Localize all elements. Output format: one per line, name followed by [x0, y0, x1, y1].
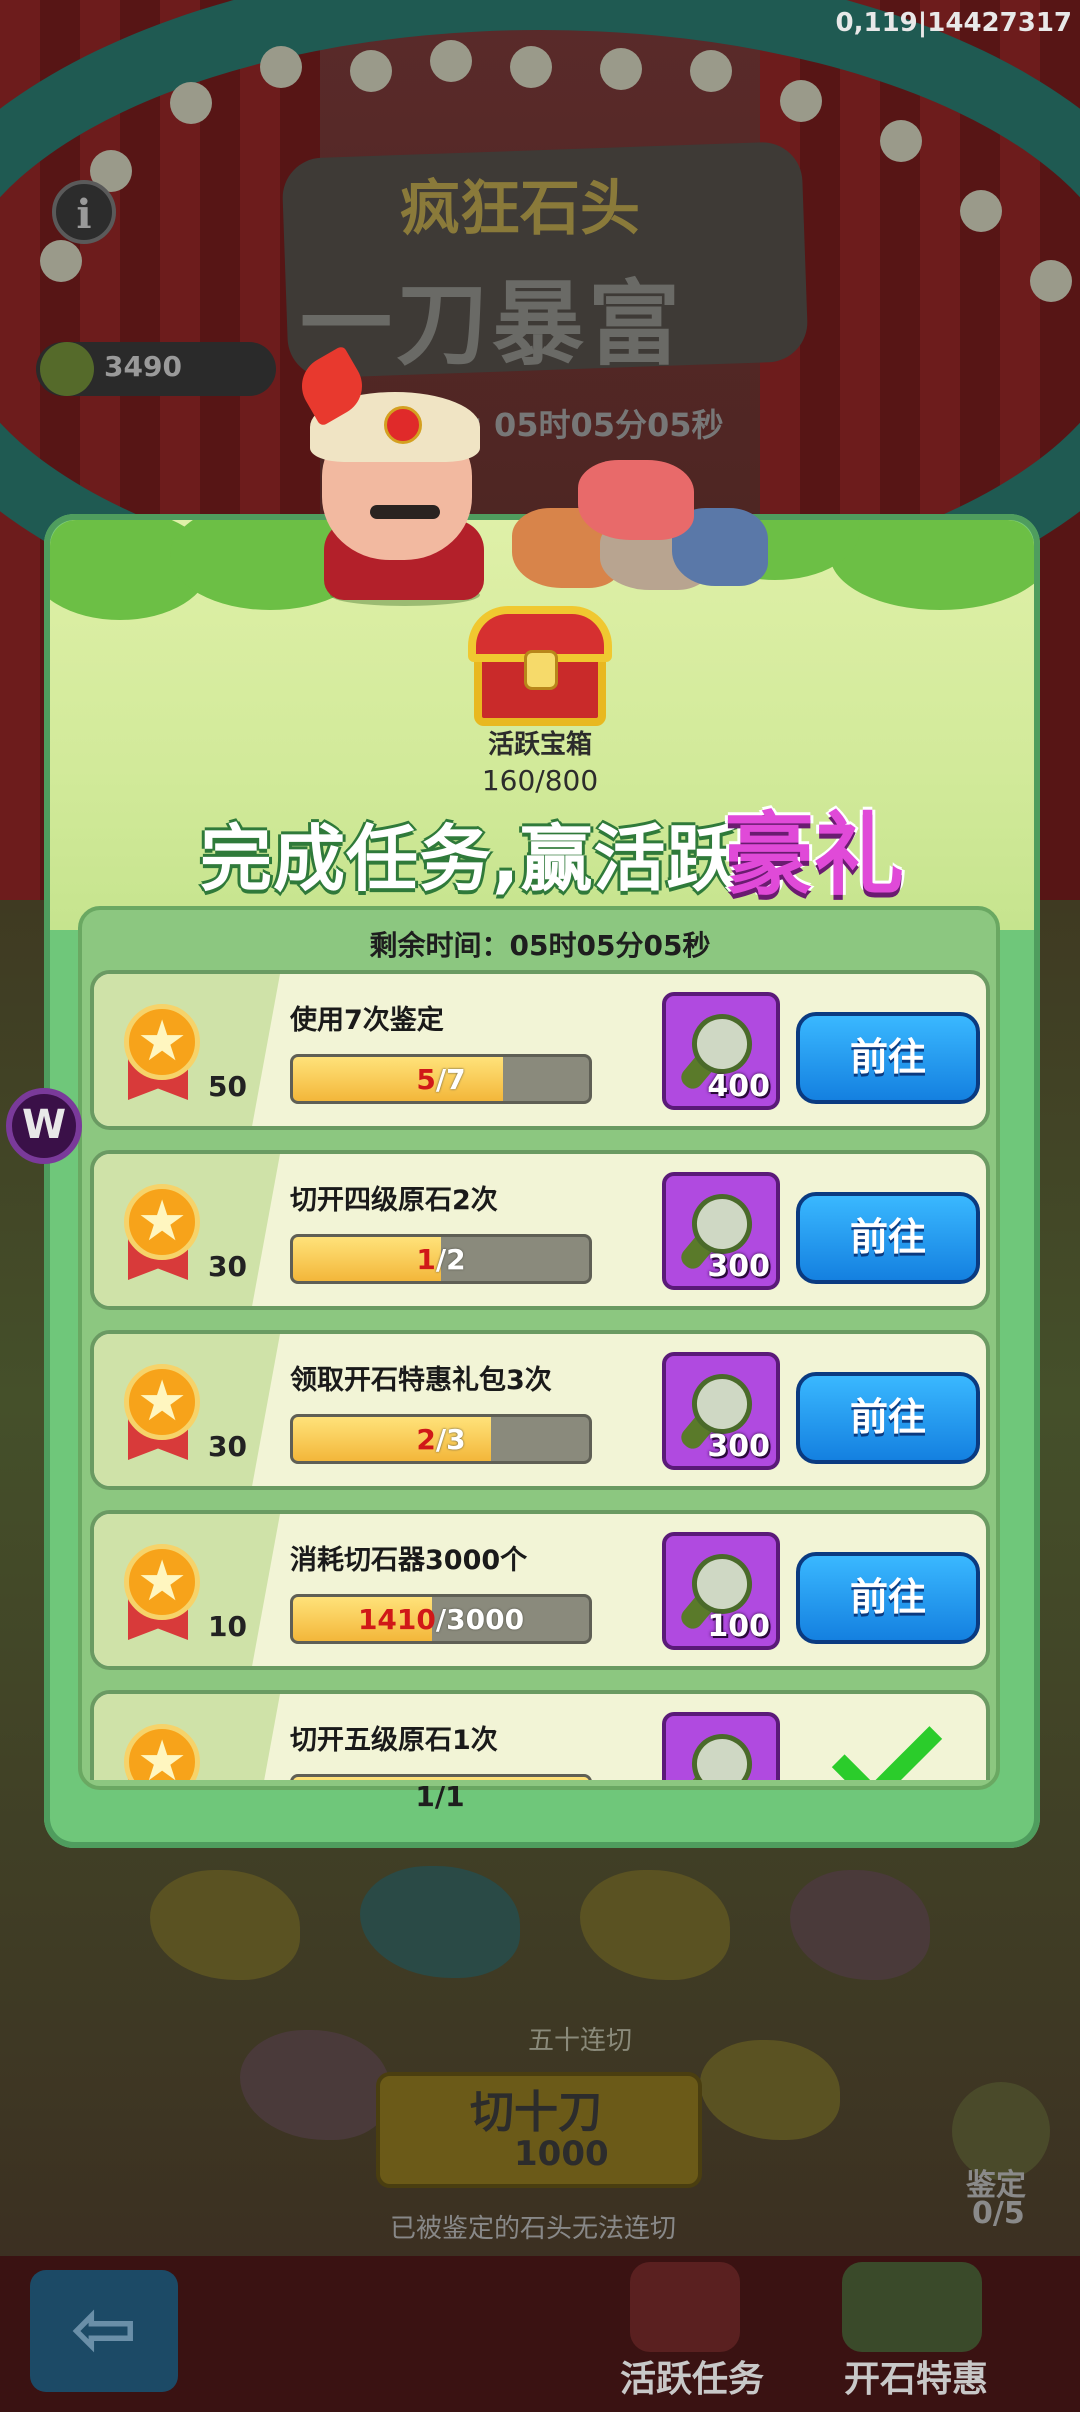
reward-box[interactable]: 300 [662, 1172, 780, 1290]
arch-bulb [1030, 260, 1072, 302]
task-progress-bar: 1/2 [290, 1234, 592, 1284]
cut-ten-cost: 1000 [514, 2134, 609, 2174]
red-gem-icon [578, 460, 694, 540]
task-points: 30 [208, 1430, 247, 1463]
hero-jewel [384, 406, 422, 444]
task-progress-text: 1/2 [293, 1243, 589, 1276]
star-icon: ★ [137, 1189, 188, 1254]
background-rock [360, 1866, 520, 1978]
task-progress-bar: 5/7 [290, 1054, 592, 1104]
task-progress-total: /7 [435, 1063, 466, 1096]
task-title: 消耗切石器3000个 [290, 1545, 528, 1576]
task-row: ★ 10 消耗切石器3000个 1410/3000 100 前往 [90, 1510, 990, 1670]
go-button[interactable]: 前往 [796, 1372, 980, 1464]
arch-bulb [880, 120, 922, 162]
arch-bulb [510, 46, 552, 88]
arch-bulb [690, 50, 732, 92]
reward-amount: 300 [707, 1429, 770, 1464]
task-progress-current: 2 [416, 1423, 436, 1456]
modal-headline-accent: 豪礼 [724, 803, 904, 908]
cut-ten-label: 切十刀 [470, 2087, 602, 2138]
task-title: 切开四级原石2次 [290, 1185, 498, 1216]
task-progress-total: /3000 [435, 1603, 525, 1636]
task-title: 切开五级原石1次 [290, 1725, 498, 1756]
tab-stone-deals[interactable]: 开石特惠 [844, 2350, 988, 2402]
task-progress-bar: 1410/3000 [290, 1594, 592, 1644]
arch-bulb [350, 50, 392, 92]
cut-hint: 已被鉴定的石头无法连切 [390, 2214, 677, 2244]
reward-box[interactable]: 100 [662, 1532, 780, 1650]
game-title-line1: 疯狂石头 [400, 174, 640, 244]
task-progress-total: /3 [435, 1423, 466, 1456]
arch-bulb [260, 46, 302, 88]
task-row: ★ 30 切开四级原石2次 1/2 300 前往 [90, 1150, 990, 1310]
task-row: ★ 50 使用7次鉴定 5/7 400 前往 [90, 970, 990, 1130]
tab-active-tasks[interactable]: 活跃任务 [620, 2350, 764, 2402]
task-progress-text: 1410/3000 [293, 1603, 589, 1636]
cutter-key-head-icon [680, 1722, 764, 1780]
arch-bulb [430, 40, 472, 82]
reward-box[interactable]: 300 [662, 1352, 780, 1470]
task-points: 50 [208, 1070, 247, 1103]
task-progress-bar: 2/3 [290, 1414, 592, 1464]
task-points: 30 [208, 1250, 247, 1283]
fifty-cut-label: 五十连切 [528, 2026, 633, 2056]
debug-coords: 0,119|14427317 [835, 8, 1072, 38]
game-title-line2: 一刀暴富 [300, 271, 685, 378]
task-progress-current: 1 [416, 1243, 436, 1276]
task-row: ★ 切开五级原石1次 [90, 1690, 990, 1780]
checkmark-icon [831, 1697, 943, 1780]
background-rock [580, 1870, 730, 1980]
active-tasks-icon[interactable] [630, 2262, 740, 2352]
task-progress-text: 5/7 [293, 1063, 589, 1096]
reward-amount: 400 [707, 1069, 770, 1104]
info-icon[interactable]: i [52, 180, 116, 244]
arrow-left-icon: ⇦ [70, 2282, 138, 2375]
task-progress-current: 5 [416, 1063, 436, 1096]
reward-amount: 300 [707, 1249, 770, 1284]
chest-lock-icon [524, 650, 558, 690]
reward-box[interactable]: 400 [662, 992, 780, 1110]
task-list[interactable]: ★ 50 使用7次鉴定 5/7 400 前往 ★ 30 切开四级原石2次 1/2 300 前往 ★ 3… [84, 960, 996, 1780]
stone-deals-icon[interactable] [842, 2262, 982, 2352]
hero-mustache [370, 505, 440, 519]
appraise-count: 0/5 [972, 2196, 1025, 2231]
task-progress-text: 2/3 [293, 1423, 589, 1456]
reward-amount: 100 [707, 1609, 770, 1644]
arch-bulb [780, 80, 822, 122]
arch-bulb [40, 240, 82, 282]
task-row: ★ 30 领取开石特惠礼包3次 2/3 300 前往 [90, 1330, 990, 1490]
background-rock [240, 2030, 390, 2140]
background-rock [790, 1870, 930, 1980]
star-icon: ★ [137, 1729, 188, 1780]
arch-bulb [600, 48, 642, 90]
chest-progress: 160/800 [481, 764, 599, 797]
task-progress-current: 1410 [357, 1603, 436, 1636]
reward-box[interactable] [662, 1712, 780, 1780]
page-indicator: 1/1 [415, 1780, 465, 1813]
go-button[interactable]: 前往 [796, 1012, 980, 1104]
star-icon: ★ [137, 1549, 188, 1614]
arch-bulb [960, 190, 1002, 232]
cutter-key-icon [40, 342, 94, 396]
chest-label: 活跃宝箱 [487, 730, 592, 760]
bush-decoration [830, 520, 1034, 610]
task-title: 使用7次鉴定 [290, 1005, 444, 1036]
go-button[interactable]: 前往 [796, 1192, 980, 1284]
star-icon: ★ [137, 1369, 188, 1434]
task-points: 10 [208, 1610, 247, 1643]
time-remaining: 剩余时间：05时05分05秒 [369, 929, 711, 962]
task-title: 领取开石特惠礼包3次 [290, 1365, 552, 1396]
task-progress-total: /2 [435, 1243, 466, 1276]
background-rock [700, 2040, 840, 2140]
back-button[interactable]: ⇦ [30, 2270, 178, 2392]
go-button[interactable]: 前往 [796, 1552, 980, 1644]
background-timer: : 05时05分05秒 [470, 406, 724, 444]
floating-w-badge[interactable]: W [6, 1088, 82, 1164]
modal-headline: 完成任务,赢活跃 [200, 817, 740, 901]
arch-bulb [170, 82, 212, 124]
cutter-count: 3490 [104, 350, 182, 383]
star-icon: ★ [137, 1009, 188, 1074]
background-rock [150, 1870, 300, 1980]
